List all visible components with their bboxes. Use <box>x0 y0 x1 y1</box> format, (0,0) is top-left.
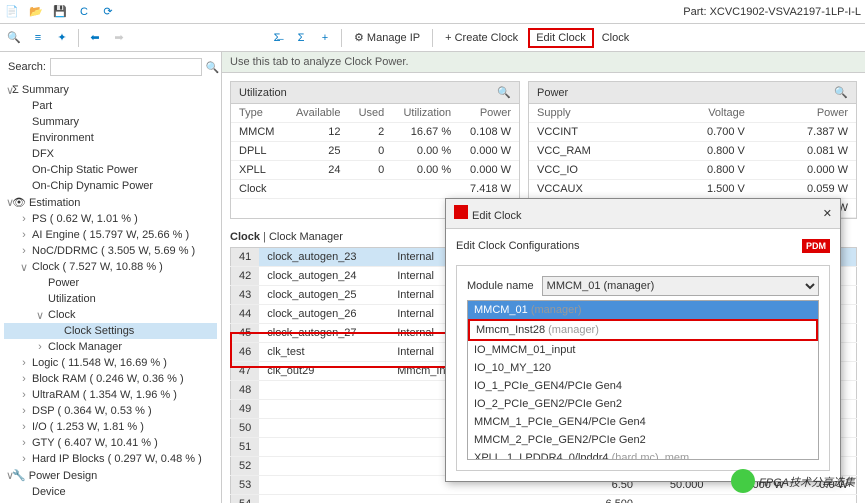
module-dropdown[interactable]: MMCM_01 (manager)Mmcm_Inst28 (manager)IO… <box>467 300 819 460</box>
tree-env[interactable]: Environment <box>4 130 217 146</box>
dropdown-item[interactable]: XPLL_1_LPDDR4_0/lpddr4 (hard mc)_mem <box>468 449 818 460</box>
dialog-subtitle: Edit Clock Configurations <box>456 240 580 252</box>
tree-clk[interactable]: ∨Clock <box>4 307 217 323</box>
tree-power[interactable]: Power <box>4 275 217 291</box>
tree-io[interactable]: ›I/O ( 1.253 W, 1.81 % ) <box>4 419 217 435</box>
module-name-select[interactable]: MMCM_01 (manager) <box>542 276 819 296</box>
tree-logic[interactable]: ›Logic ( 11.548 W, 16.69 % ) <box>4 355 217 371</box>
tree-noc[interactable]: ›NoC/DDRMC ( 3.505 W, 5.69 % ) <box>4 243 217 259</box>
tree-bram[interactable]: ›Block RAM ( 0.246 W, 0.36 % ) <box>4 371 217 387</box>
tree-util[interactable]: Utilization <box>4 291 217 307</box>
search-go-icon[interactable]: 🔍 <box>206 61 220 74</box>
forward-icon[interactable]: ➡ <box>109 28 129 48</box>
refresh-icon[interactable]: ⟳ <box>100 4 116 20</box>
tree-ps[interactable]: ›PS ( 0.62 W, 1.01 % ) <box>4 211 217 227</box>
collapse-icon[interactable]: ≡ <box>28 28 48 48</box>
search-icon[interactable]: 🔍 <box>4 28 24 48</box>
edit-clock-dialog: Edit Clock ✕ Edit Clock Configurations PD… <box>445 198 841 482</box>
tree-part[interactable]: Part <box>4 98 217 114</box>
tree-pd[interactable]: ∨🔧 Power Design <box>4 467 217 484</box>
dropdown-item[interactable]: IO_MMCM_01_input <box>468 341 818 359</box>
dropdown-item[interactable]: MMCM_01 (manager) <box>468 301 818 319</box>
pdm-badge: PDM <box>802 239 830 253</box>
clock-label: Clock <box>602 32 630 44</box>
save-icon[interactable]: 💾 <box>52 4 68 20</box>
tree-dsp[interactable]: ›DSP ( 0.364 W, 0.53 % ) <box>4 403 217 419</box>
tree-ocdp[interactable]: On-Chip Dynamic Power <box>4 178 217 194</box>
module-name-label: Module name <box>467 280 534 292</box>
watermark: FPGA技术分享选集 <box>731 469 855 493</box>
hint-text: Use this tab to analyze Clock Power. <box>222 52 865 73</box>
reload-icon[interactable]: C <box>76 4 92 20</box>
tree-clkset[interactable]: Clock Settings <box>4 323 217 339</box>
search-input[interactable] <box>50 58 202 76</box>
open-icon[interactable]: 📂 <box>28 4 44 20</box>
dropdown-item[interactable]: MMCM_2_PCIe_GEN2/PCIe Gen2 <box>468 431 818 449</box>
tree-clock[interactable]: ∨Clock ( 7.527 W, 10.88 % ) <box>4 259 217 275</box>
tree-gty[interactable]: ›GTY ( 6.407 W, 10.41 % ) <box>4 435 217 451</box>
tree-hip[interactable]: ›Hard IP Blocks ( 0.297 W, 0.48 % ) <box>4 451 217 467</box>
dropdown-item[interactable]: MMCM_1_PCIe_GEN4/PCIe Gen4 <box>468 413 818 431</box>
util-title: Utilization <box>239 87 287 99</box>
dropdown-item[interactable]: IO_2_PCIe_GEN2/PCIe Gen2 <box>468 395 818 413</box>
sigma-icon[interactable]: Σ <box>291 28 311 48</box>
part-label: Part: XCVC1902-VSVA2197-1LP-I-L <box>683 6 861 18</box>
power-search-icon[interactable]: 🔍 <box>834 86 848 99</box>
plus-icon[interactable]: + <box>315 28 335 48</box>
create-clock-button[interactable]: + Create Clock <box>439 30 524 46</box>
tree-summary[interactable]: ∨Σ Summary <box>4 82 217 98</box>
tree-ai[interactable]: ›AI Engine ( 15.797 W, 25.66 % ) <box>4 227 217 243</box>
new-icon[interactable]: 📄 <box>4 4 20 20</box>
close-icon[interactable]: ✕ <box>823 207 832 220</box>
util-table: TypeAvailableUsedUtilizationPowerMMCM122… <box>231 104 519 199</box>
manage-ip-button[interactable]: ⚙ Manage IP <box>348 29 426 46</box>
back-icon[interactable]: ⬅ <box>85 28 105 48</box>
power-title: Power <box>537 87 568 99</box>
dialog-title: Edit Clock <box>472 210 522 222</box>
tree-est[interactable]: ∨👁 Estimation <box>4 194 217 211</box>
tree-uram[interactable]: ›UltraRAM ( 1.354 W, 1.96 % ) <box>4 387 217 403</box>
tree-summ[interactable]: Summary <box>4 114 217 130</box>
dialog-icon <box>454 205 468 219</box>
dropdown-item[interactable]: Mmcm_Inst28 (manager) <box>468 319 818 341</box>
dropdown-item[interactable]: IO_10_MY_120 <box>468 359 818 377</box>
dropdown-item[interactable]: IO_1_PCIe_GEN4/PCIe Gen4 <box>468 377 818 395</box>
util-search-icon[interactable]: 🔍 <box>497 86 511 99</box>
tree-dfx[interactable]: DFX <box>4 146 217 162</box>
search-label: Search: <box>8 61 46 73</box>
tree-clkmgr[interactable]: ›Clock Manager <box>4 339 217 355</box>
tree-dev[interactable]: Device <box>4 484 217 500</box>
edit-clock-button[interactable]: Edit Clock <box>528 28 594 48</box>
settings-icon[interactable]: ✦ <box>52 28 72 48</box>
sigma-outline-icon[interactable]: Σ̶ <box>267 28 287 48</box>
tree-ocsp[interactable]: On-Chip Static Power <box>4 162 217 178</box>
